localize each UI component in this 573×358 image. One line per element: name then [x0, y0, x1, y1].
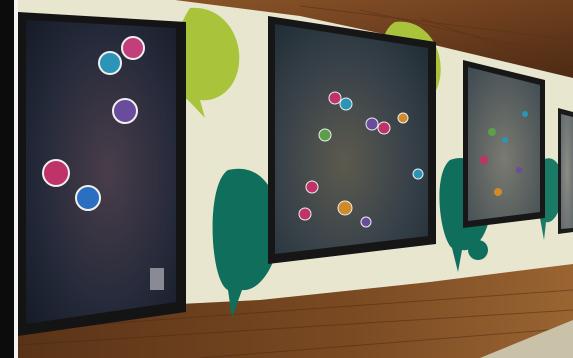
app-icon: [328, 91, 342, 105]
corner-logo: [150, 268, 164, 290]
touchscreen-3: [463, 60, 545, 228]
touchscreen-1: [18, 12, 186, 336]
teal-dot: [468, 240, 488, 260]
app-icon: [397, 112, 409, 124]
app-icon: [516, 167, 522, 173]
app-icon: [305, 180, 319, 194]
left-white-strip: [14, 0, 18, 358]
app-icon: [98, 51, 122, 75]
app-icon: [318, 128, 332, 142]
app-icon: [365, 117, 379, 131]
app-icon: [339, 97, 353, 111]
app-icon: [488, 128, 496, 136]
app-icon: [412, 168, 424, 180]
app-icon: [337, 200, 353, 216]
app-icon: [480, 156, 488, 164]
app-icon: [377, 121, 391, 135]
photo-scene: [0, 0, 573, 358]
app-icon: [112, 98, 138, 124]
app-icon: [42, 159, 70, 187]
app-icon: [360, 216, 372, 228]
touchscreen-4: [558, 108, 573, 234]
left-edge-strip: [0, 0, 14, 358]
app-icon: [522, 111, 528, 117]
app-icon: [502, 137, 508, 143]
app-icon: [121, 36, 145, 60]
app-icon: [75, 185, 101, 211]
touchscreen-2: [268, 16, 436, 264]
app-icon: [494, 188, 502, 196]
app-icon: [298, 207, 312, 221]
